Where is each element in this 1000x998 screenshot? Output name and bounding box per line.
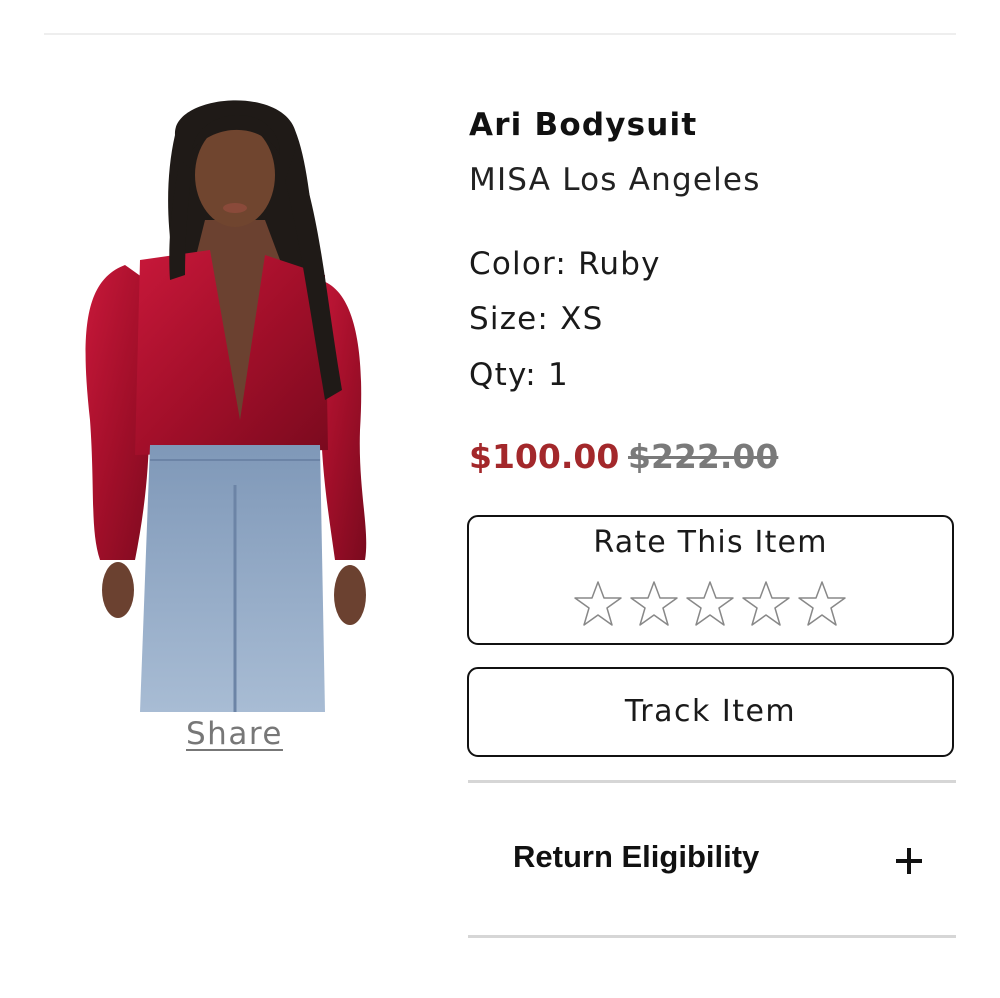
section-divider-bottom xyxy=(468,935,956,938)
star-1-icon[interactable] xyxy=(573,579,623,629)
product-brand: MISA Los Angeles xyxy=(469,162,761,198)
track-item-button[interactable]: Track Item xyxy=(467,667,954,757)
product-quantity: Qty: 1 xyxy=(469,357,569,393)
rate-item-title: Rate This Item xyxy=(593,525,828,560)
product-color: Color: Ruby xyxy=(469,246,661,282)
product-title: Ari Bodysuit xyxy=(469,107,698,143)
product-size: Size: XS xyxy=(469,301,604,337)
return-eligibility-toggle[interactable]: Return Eligibility xyxy=(468,783,956,935)
plus-icon[interactable] xyxy=(896,848,922,874)
star-2-icon[interactable] xyxy=(629,579,679,629)
star-3-icon[interactable] xyxy=(685,579,735,629)
sale-price: $100.00 xyxy=(469,437,620,476)
star-5-icon[interactable] xyxy=(797,579,847,629)
star-4-icon[interactable] xyxy=(741,579,791,629)
rate-item-panel: Rate This Item xyxy=(467,515,954,645)
product-image[interactable] xyxy=(80,90,390,712)
top-divider xyxy=(44,33,956,35)
return-eligibility-label: Return Eligibility xyxy=(513,839,760,874)
original-price: $222.00 xyxy=(628,437,779,476)
share-link[interactable]: Share xyxy=(186,716,283,752)
star-rating[interactable] xyxy=(573,579,847,629)
